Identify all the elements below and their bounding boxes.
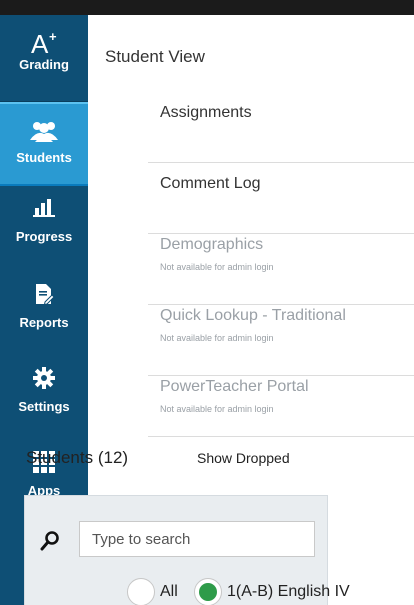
sidebar-item-label: Grading: [19, 57, 69, 72]
report-edit-icon: [36, 284, 55, 305]
menu-item-assignments[interactable]: Assignments: [148, 92, 414, 163]
sidebar-item-label: Students: [16, 150, 72, 165]
svg-text:A: A: [31, 29, 49, 57]
students-section-title: Students (12): [26, 448, 129, 467]
menu-item-quick-lookup: Quick Lookup - Traditional Not available…: [148, 305, 414, 376]
sidebar-item-label: Progress: [15, 229, 73, 244]
search-icon: [40, 531, 59, 551]
sidebar-item-settings[interactable]: Settings: [0, 367, 88, 427]
sidebar-item-label: Reports: [19, 315, 69, 330]
students-icon: [30, 122, 58, 142]
sidebar-item-grading[interactable]: A + Grading: [0, 27, 88, 99]
top-bar: [0, 0, 414, 15]
menu-item-note: Not available for admin login: [160, 404, 274, 414]
menu-item-comment-log[interactable]: Comment Log: [148, 163, 414, 234]
gear-icon: [33, 367, 55, 389]
sidebar-item-reports[interactable]: Reports: [0, 283, 88, 343]
show-dropped-toggle[interactable]: Show Dropped: [197, 450, 290, 466]
menu-item-note: Not available for admin login: [160, 333, 274, 343]
menu-item-demographics: Demographics Not available for admin log…: [148, 234, 414, 305]
grading-icon: A +: [31, 29, 57, 57]
page-title: Student View: [105, 47, 205, 66]
student-search-input[interactable]: [79, 521, 315, 557]
svg-text:+: +: [49, 29, 57, 44]
menu-item-label: Comment Log: [160, 175, 261, 192]
filter-class-radio[interactable]: [194, 578, 222, 605]
filter-all-label: All: [160, 583, 178, 600]
menu-item-label: Demographics: [160, 236, 264, 253]
app-window: A + Grading Students Progress Reports Se…: [0, 0, 414, 605]
menu-item-note: Not available for admin login: [160, 262, 274, 272]
filter-class-label: 1(A-B) English IV: [227, 583, 350, 600]
menu-item-label: Assignments: [160, 104, 252, 121]
sidebar-item-students[interactable]: Students: [0, 102, 88, 186]
menu-item-label: Quick Lookup - Traditional: [160, 307, 346, 324]
menu-item-label: PowerTeacher Portal: [160, 378, 309, 395]
sidebar-item-label: Settings: [18, 399, 70, 414]
sidebar-item-progress[interactable]: Progress: [0, 197, 88, 257]
filter-all-radio[interactable]: [127, 578, 155, 605]
menu-item-powerteacher-portal: PowerTeacher Portal Not available for ad…: [148, 376, 414, 437]
progress-chart-icon: [33, 199, 55, 217]
